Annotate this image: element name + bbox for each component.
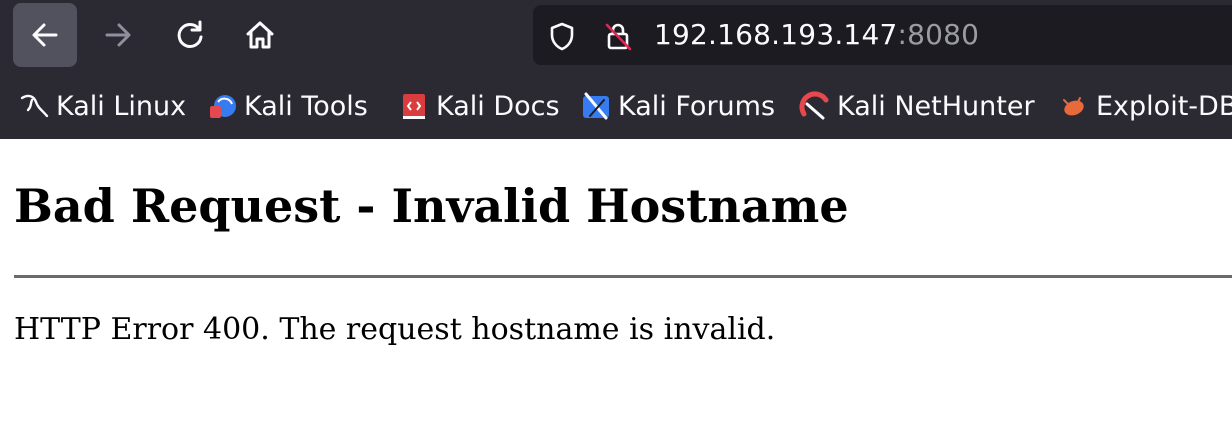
error-message: HTTP Error 400. The request hostname is … xyxy=(14,312,776,347)
navigation-toolbar: 192.168.193.147:8080 xyxy=(0,0,1232,72)
back-button[interactable] xyxy=(13,3,77,67)
kali-forums-icon xyxy=(583,92,609,120)
shield-icon[interactable] xyxy=(547,21,577,51)
reload-button[interactable] xyxy=(158,3,222,67)
bookmark-label: Kali NetHunter xyxy=(837,90,1035,122)
exploit-db-bug-icon xyxy=(1063,97,1084,116)
page-heading: Bad Request - Invalid Hostname xyxy=(14,179,849,233)
bookmarks-toolbar: Kali Linux Kali Tools Kali Docs Kali For… xyxy=(0,76,1232,136)
bookmark-label: Kali Forums xyxy=(618,90,776,122)
bookmark-exploit-db[interactable]: Exploit-DB xyxy=(1058,86,1232,126)
bookmark-kali-forums[interactable]: Kali Forums xyxy=(580,86,775,126)
bookmark-kali-nethunter[interactable]: Kali NetHunter xyxy=(799,86,1035,126)
bookmark-label: Kali Tools xyxy=(244,90,368,122)
kali-docs-icon xyxy=(403,94,425,119)
bookmark-kali-docs[interactable]: Kali Docs xyxy=(398,86,560,126)
kali-dragon-icon xyxy=(20,94,49,118)
bookmark-kali-linux[interactable]: Kali Linux xyxy=(18,86,186,126)
insecure-lock-icon[interactable] xyxy=(603,21,633,51)
home-button[interactable] xyxy=(228,3,292,67)
arrow-right-icon xyxy=(105,23,131,47)
bookmark-label: Kali Linux xyxy=(56,90,187,122)
bookmark-label: Exploit-DB xyxy=(1096,90,1232,122)
url-port: :8080 xyxy=(897,18,980,51)
kali-tools-icon xyxy=(210,95,236,118)
url-text[interactable]: 192.168.193.147:8080 xyxy=(654,18,979,51)
kali-nethunter-icon xyxy=(799,91,829,120)
browser-chrome: 192.168.193.147:8080 Kali Linux Kali Too… xyxy=(0,0,1232,139)
reload-icon xyxy=(177,20,203,48)
forward-button[interactable] xyxy=(86,3,150,67)
bookmark-kali-tools[interactable]: Kali Tools xyxy=(206,86,368,126)
arrow-left-icon xyxy=(32,23,58,47)
bookmark-label: Kali Docs xyxy=(436,90,560,122)
url-bar[interactable]: 192.168.193.147:8080 xyxy=(533,5,1232,65)
home-icon xyxy=(246,21,274,49)
divider xyxy=(14,275,1232,278)
url-host: 192.168.193.147 xyxy=(654,18,898,51)
